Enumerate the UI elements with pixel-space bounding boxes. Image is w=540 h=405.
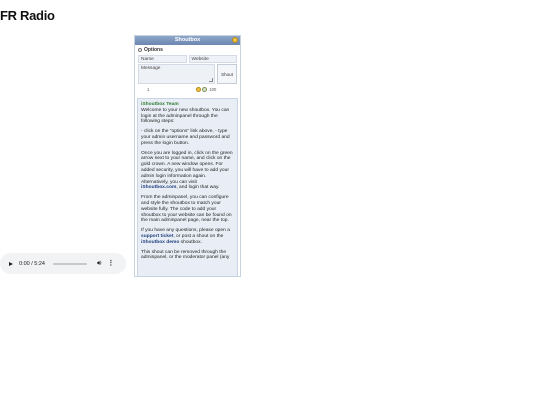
options-link[interactable]: Options	[138, 46, 237, 54]
post-text-6: This shout can be removed through the ad…	[141, 249, 230, 261]
ishoutbox-link[interactable]: iShoutbox.com	[141, 185, 176, 190]
post-text-5-start: If you have any questions, please open a	[141, 228, 230, 234]
name-field[interactable]: Name	[138, 55, 187, 63]
gear-icon	[138, 48, 142, 52]
support-ticket-link[interactable]: support ticket	[141, 234, 173, 239]
char-count: 100	[209, 86, 217, 92]
emoticon-icon[interactable]	[202, 86, 208, 92]
shoutbox-footer: 1 100	[138, 86, 237, 92]
post-text-5-end: shoutbox.	[180, 239, 202, 245]
website-field[interactable]: Website	[188, 55, 237, 63]
play-icon[interactable]	[9, 261, 13, 266]
page-number[interactable]: 1	[147, 87, 149, 92]
volume-icon[interactable]: 🔊︎	[97, 260, 101, 267]
name-website-row: Name Website	[138, 55, 237, 63]
shoutbox-widget: Shoutbox Options Name Website Message Sh…	[134, 35, 241, 277]
crown-icon[interactable]	[232, 37, 238, 43]
shout-post: iShoutbox Team Welcome to your new shout…	[137, 98, 238, 276]
more-options-icon[interactable]: ⋮	[107, 260, 114, 267]
message-row: Message Shout	[138, 64, 237, 84]
shoutbox-title: Shoutbox	[174, 37, 201, 43]
audio-player: 0:00 / 5:24 🔊︎ ⋮	[0, 253, 126, 274]
post-text-4: From the adminpanel, you can configure a…	[141, 195, 232, 224]
page: FR Radio Shoutbox Options Name Website M…	[0, 0, 540, 405]
post-text-2: - click on the "options" link above, - t…	[141, 129, 230, 146]
audio-progress-bar[interactable]	[53, 262, 87, 265]
options-label: Options	[144, 47, 163, 53]
post-text-5-mid: , or post a shout on the	[173, 233, 224, 239]
post-text-3: Once you are logged in, click on the gre…	[141, 150, 233, 185]
audio-time: 0:00 / 5:24	[19, 260, 45, 267]
post-text-1: Welcome to your new shoutbox. You can lo…	[141, 107, 230, 125]
shout-button[interactable]: Shout	[217, 64, 237, 84]
post-text-3-end: , and login that way.	[176, 185, 220, 191]
message-placeholder: Message	[141, 66, 161, 71]
message-field[interactable]: Message	[138, 64, 215, 84]
site-title: FR Radio	[0, 8, 55, 23]
post-author[interactable]: iShoutbox Team	[141, 102, 179, 107]
ishoutbox-demo-link[interactable]: iShoutbox demo	[141, 240, 179, 245]
smiley-icon[interactable]	[196, 86, 202, 92]
shoutbox-header: Shoutbox	[135, 36, 240, 45]
resize-handle-icon[interactable]	[209, 78, 213, 82]
